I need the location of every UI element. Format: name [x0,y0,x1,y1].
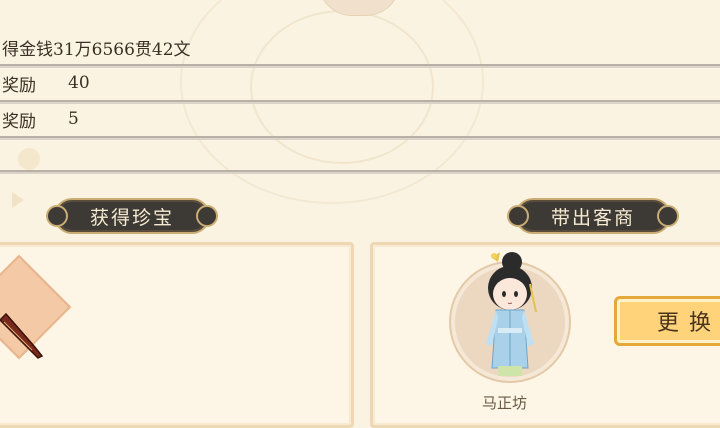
treasure-panel [0,242,354,428]
side-dot-icon [18,148,40,170]
merchant-name: 马正坊 [482,394,528,412]
reward-list: 得金钱31万6566贯42文 奖励 40 奖励 5 [0,30,720,172]
change-merchant-button[interactable]: 更换 [614,296,720,346]
reward-row-empty [0,138,720,172]
reward-label: 奖励 [2,75,36,96]
reward-value: 40 [68,73,90,93]
side-arrow-icon [12,192,24,208]
merchant-portrait-icon[interactable] [468,248,548,388]
reward-label: 奖励 [2,111,36,132]
reward-row-money: 得金钱31万6566贯42文 [0,30,720,66]
treasure-banner-label: 获得珍宝 [89,206,174,229]
money-reward-text: 得金钱31万6566贯42文 [2,39,191,60]
guqin-icon [0,312,44,359]
merchant-banner-label: 带出客商 [550,206,635,229]
banner-cap-right [657,205,679,227]
treasure-banner: 获得珍宝 [46,198,218,234]
merchant-banner: 带出客商 [507,198,679,234]
banner-cap-left [507,205,529,227]
reward-row-3: 奖励 5 [0,102,720,138]
banner-cap-right [196,205,218,227]
reward-row-2: 奖励 40 [0,66,720,102]
reward-value: 5 [68,109,79,129]
banner-cap-left [46,205,68,227]
